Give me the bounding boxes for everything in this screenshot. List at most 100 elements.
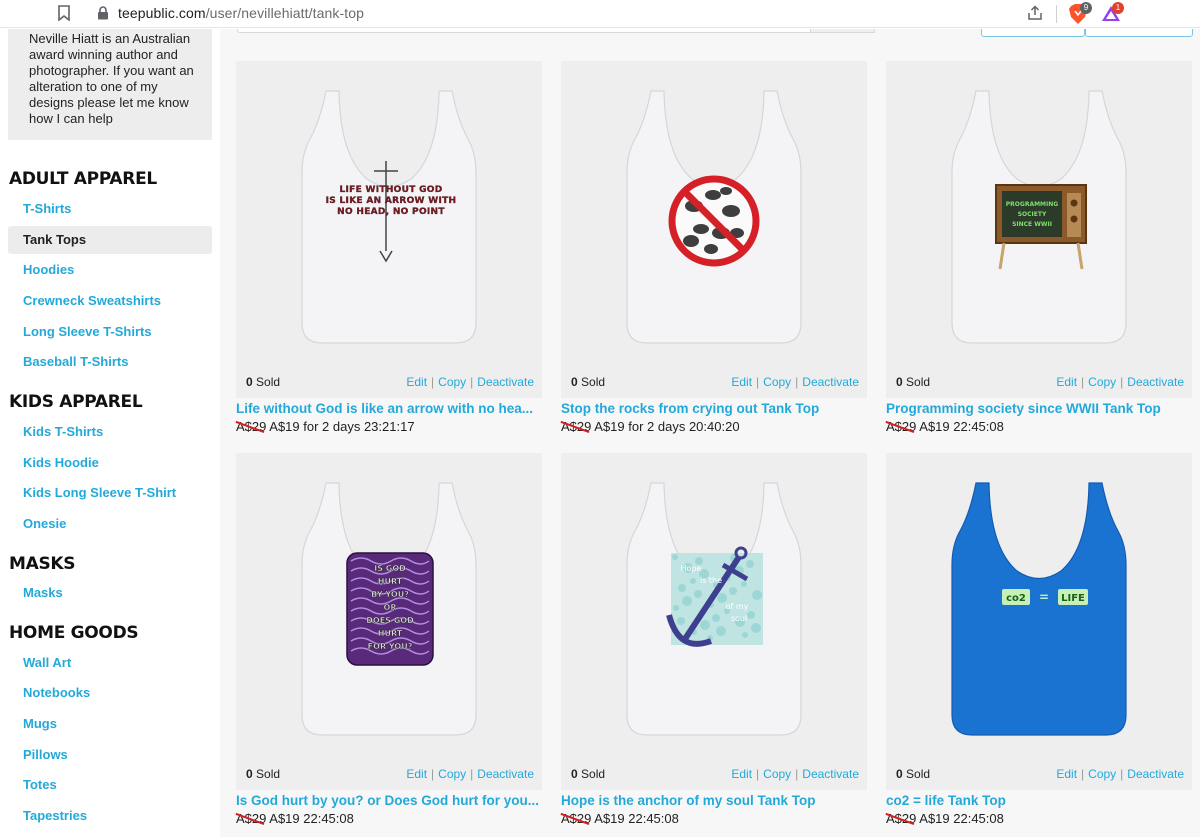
product-image[interactable]: co2 = LIFE	[886, 453, 1192, 790]
tank-top-shape	[301, 90, 477, 344]
sidebar-item-pillows[interactable]: Pillows	[8, 741, 212, 769]
url-path: /user/nevillehiatt/tank-top	[205, 5, 365, 21]
design-anchor: Hopeis theanchorof mysoul	[666, 546, 763, 647]
copy-link[interactable]: Copy	[763, 375, 791, 389]
edit-link[interactable]: Edit	[731, 767, 752, 781]
rock-shape	[683, 235, 699, 247]
product-title[interactable]: Hope is the anchor of my soul Tank Top	[561, 793, 867, 808]
sold-number: 0	[246, 375, 253, 389]
product-price: A$29 A$19 for 2 days 23:21:17	[236, 419, 415, 434]
sort-button[interactable]	[981, 29, 1085, 37]
heading-home-goods: HOME GOODS	[9, 623, 139, 643]
sidebar-item-baseball-t-shirts[interactable]: Baseball T-Shirts	[8, 348, 212, 376]
copy-link[interactable]: Copy	[438, 767, 466, 781]
sidebar-item-tapestries[interactable]: Tapestries	[8, 802, 212, 830]
copy-link[interactable]: Copy	[1088, 375, 1116, 389]
edit-link[interactable]: Edit	[1056, 375, 1077, 389]
texture-dot	[690, 578, 696, 584]
deactivate-link[interactable]: Deactivate	[1127, 767, 1184, 781]
sidebar-item-totes[interactable]: Totes	[8, 771, 212, 799]
texture-dot	[712, 614, 720, 622]
product-price: A$29 A$19 22:45:08	[236, 811, 354, 826]
lock-icon[interactable]	[97, 6, 109, 20]
sidebar-item-kids-t-shirts[interactable]: Kids T-Shirts	[8, 418, 212, 446]
design-no-rocks	[668, 175, 760, 267]
sale-price: A$19 22:45:08	[269, 811, 354, 826]
sold-count: 0 Sold	[571, 375, 605, 389]
copy-link[interactable]: Copy	[763, 767, 791, 781]
browser-address-bar: teepublic.com/user/nevillehiatt/tank-top…	[0, 0, 1200, 28]
product-price: A$29 A$19 22:45:08	[886, 811, 1004, 826]
sold-count: 0 Sold	[246, 767, 280, 781]
url-host: teepublic.com	[118, 5, 206, 21]
anchor-text-line: Hope	[681, 564, 702, 573]
sale-price: A$19 22:45:08	[919, 811, 1004, 826]
heading-masks: MASKS	[9, 554, 76, 574]
deactivate-link[interactable]: Deactivate	[477, 375, 534, 389]
filter-button[interactable]	[1085, 29, 1193, 37]
sidebar-item-notebooks[interactable]: Notebooks	[8, 679, 212, 707]
sidebar-item-crewneck-sweatshirts[interactable]: Crewneck Sweatshirts	[8, 287, 212, 315]
sold-count: 0 Sold	[896, 375, 930, 389]
copy-link[interactable]: Copy	[438, 375, 466, 389]
sale-price: A$19 22:45:08	[919, 419, 1004, 434]
texture-dot	[682, 596, 692, 606]
bookmark-icon[interactable]	[58, 5, 70, 21]
action-separator: |	[1120, 375, 1124, 389]
product-title[interactable]: Is God hurt by you? or Does God hurt for…	[236, 793, 542, 808]
deactivate-link[interactable]: Deactivate	[802, 375, 859, 389]
texture-dot	[742, 632, 748, 638]
sidebar-item-tank-tops[interactable]: Tank Tops	[8, 226, 212, 254]
sidebar-item-mugs[interactable]: Mugs	[8, 710, 212, 738]
sidebar-item-masks[interactable]: Masks	[8, 579, 212, 607]
action-separator: |	[470, 767, 474, 781]
sold-label: Sold	[906, 767, 931, 781]
brave-rewards-badge: 1	[1112, 2, 1124, 14]
product-image[interactable]: Hopeis theanchorof mysoul	[561, 453, 867, 790]
product-image[interactable]: IS GOD HURT BY YOU? OR DOES GOD HURT FOR YOU?	[236, 453, 542, 790]
sidebar-item-onesie[interactable]: Onesie	[8, 510, 212, 538]
product-image[interactable]: LIFE WITHOUT GOD IS LIKE AN ARROW WITH NO …	[236, 61, 542, 398]
texture-dot	[741, 581, 747, 587]
original-price: A$29	[561, 419, 592, 434]
tv-knob	[1070, 199, 1078, 207]
product-image[interactable]: PROGRAMMING SOCIETY SINCE WWII	[886, 61, 1192, 398]
panel-text-line: OR	[384, 603, 397, 612]
tv-screen-text: SOCIETY	[1018, 211, 1047, 218]
sidebar-item-long-sleeve-t-shirts[interactable]: Long Sleeve T-Shirts	[8, 318, 212, 346]
action-separator: |	[470, 375, 474, 389]
product-title[interactable]: Programming society since WWII Tank Top	[886, 401, 1192, 416]
sidebar-item-kids-hoodie[interactable]: Kids Hoodie	[8, 449, 212, 477]
sold-number: 0	[896, 375, 903, 389]
card-actions: Edit | Copy | Deactivate	[731, 767, 859, 781]
product-title[interactable]: Life without God is like an arrow with n…	[236, 401, 542, 416]
product-title[interactable]: Stop the rocks from crying out Tank Top	[561, 401, 867, 416]
action-separator: |	[431, 375, 435, 389]
action-separator: |	[431, 767, 435, 781]
product-price: A$29 A$19 22:45:08	[561, 811, 679, 826]
store-search-input[interactable]	[237, 29, 875, 33]
edit-link[interactable]: Edit	[406, 375, 427, 389]
sidebar-item-wall-art[interactable]: Wall Art	[8, 649, 212, 677]
design-co2: co2 = LIFE	[1002, 589, 1088, 605]
sidebar-item-hoodies[interactable]: Hoodies	[8, 256, 212, 284]
store-search-button[interactable]	[810, 29, 875, 33]
original-price: A$29	[236, 419, 267, 434]
url-field[interactable]: teepublic.com/user/nevillehiatt/tank-top	[118, 5, 364, 21]
edit-link[interactable]: Edit	[731, 375, 752, 389]
product-image[interactable]	[561, 61, 867, 398]
deactivate-link[interactable]: Deactivate	[477, 767, 534, 781]
edit-link[interactable]: Edit	[1056, 767, 1077, 781]
deactivate-link[interactable]: Deactivate	[1127, 375, 1184, 389]
share-icon[interactable]	[1026, 4, 1044, 22]
tv-screen-text: SINCE WWII	[1012, 221, 1052, 228]
product-illustration: LIFE WITHOUT GODIS LIKE AN ARROW WITHNO …	[301, 90, 477, 344]
sale-price: A$19 for 2 days 23:21:17	[269, 419, 415, 434]
deactivate-link[interactable]: Deactivate	[802, 767, 859, 781]
design-text-line: IS LIKE AN ARROW WITH	[326, 196, 457, 206]
sidebar-item-t-shirts[interactable]: T-Shirts	[8, 195, 212, 223]
product-title[interactable]: co2 = life Tank Top	[886, 793, 1192, 808]
copy-link[interactable]: Copy	[1088, 767, 1116, 781]
sidebar-item-kids-long-sleeve[interactable]: Kids Long Sleeve T-Shirt	[8, 479, 212, 507]
edit-link[interactable]: Edit	[406, 767, 427, 781]
